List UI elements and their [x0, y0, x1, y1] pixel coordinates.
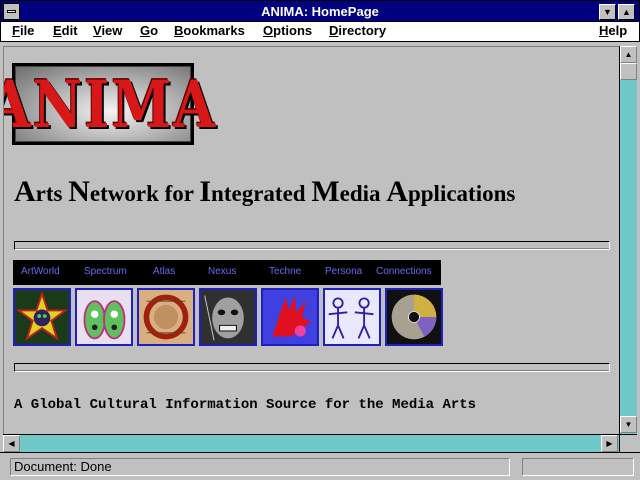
footprints-icon [77, 290, 131, 344]
horizontal-scrollbar[interactable]: ◀ ▶ [3, 434, 619, 452]
horizontal-rule [14, 363, 610, 372]
menu-directory[interactable]: Directory [329, 23, 386, 38]
nav-link-persona[interactable]: Persona [325, 266, 362, 277]
tagline: A Global Cultural Information Source for… [14, 397, 477, 413]
headline-word: pplications [407, 181, 516, 206]
nav-link-atlas[interactable]: Atlas [153, 266, 175, 277]
nav-link-artworld[interactable]: ArtWorld [21, 266, 60, 277]
nav-link-spectrum[interactable]: Spectrum [84, 266, 127, 277]
status-bar: Document: Done [0, 452, 640, 480]
thumb-atlas[interactable] [137, 288, 195, 346]
scroll-down-button[interactable]: ▼ [620, 416, 637, 433]
progress-indicator [522, 458, 634, 476]
menu-options[interactable]: Options [263, 23, 312, 38]
headline-initial: N [68, 175, 90, 208]
nav-link-nexus[interactable]: Nexus [208, 266, 236, 277]
thumb-techne[interactable] [261, 288, 319, 346]
menu-go[interactable]: Go [140, 23, 158, 38]
page-content: ANIMA Arts Network for Integrated Media … [3, 46, 619, 434]
scroll-thumb[interactable] [620, 63, 637, 80]
status-text: Document: Done [10, 458, 510, 476]
logo-text: ANIMA [3, 65, 218, 143]
red-hand-icon [263, 290, 317, 344]
window-title: ANIMA: HomePage [261, 4, 379, 19]
menu-edit[interactable]: Edit [53, 23, 78, 38]
menu-bookmarks[interactable]: Bookmarks [174, 23, 245, 38]
vertical-scrollbar[interactable]: ▲ ▼ [619, 46, 637, 434]
star-mask-icon [15, 290, 69, 344]
menu-bar: File Edit View Go Bookmarks Options Dire… [0, 22, 640, 42]
thumb-spectrum[interactable] [75, 288, 133, 346]
page-headline: Arts Network for Integrated Media Applic… [14, 175, 515, 209]
horizontal-rule [14, 241, 610, 250]
cd-disc-icon [387, 290, 441, 344]
thumb-persona[interactable] [323, 288, 381, 346]
nav-link-connections[interactable]: Connections [376, 266, 432, 277]
dancers-icon [325, 290, 379, 344]
nav-strip: ArtWorld Spectrum Atlas Nexus Techne Per… [13, 260, 441, 285]
headline-initial: M [311, 175, 340, 208]
scroll-up-button[interactable]: ▲ [620, 46, 637, 63]
headline-initial: I [199, 175, 212, 208]
title-bar[interactable]: ANIMA: HomePage ▼ ▲ [0, 0, 640, 22]
menu-view[interactable]: View [93, 23, 122, 38]
thumb-nexus[interactable] [199, 288, 257, 346]
headline-initial: A [386, 175, 408, 208]
nav-link-techne[interactable]: Techne [269, 266, 301, 277]
face-collage-icon [201, 290, 255, 344]
thumb-artworld[interactable] [13, 288, 71, 346]
headline-word: edia [339, 181, 387, 206]
maximize-button[interactable]: ▲ [618, 4, 635, 20]
scroll-right-button[interactable]: ▶ [601, 435, 618, 452]
anima-logo[interactable]: ANIMA [4, 63, 215, 145]
minimize-button[interactable]: ▼ [599, 4, 616, 20]
headline-word: etwork for [89, 181, 200, 206]
thumb-connections[interactable] [385, 288, 443, 346]
headline-word: ntegrated [211, 181, 312, 206]
headline-initial: A [14, 175, 36, 208]
headline-word: rts [35, 181, 69, 206]
scroll-left-button[interactable]: ◀ [3, 435, 20, 452]
menu-help[interactable]: Help [599, 23, 627, 38]
ring-map-icon [139, 290, 193, 344]
menu-file[interactable]: File [12, 23, 34, 38]
scrollbar-corner [619, 434, 637, 452]
